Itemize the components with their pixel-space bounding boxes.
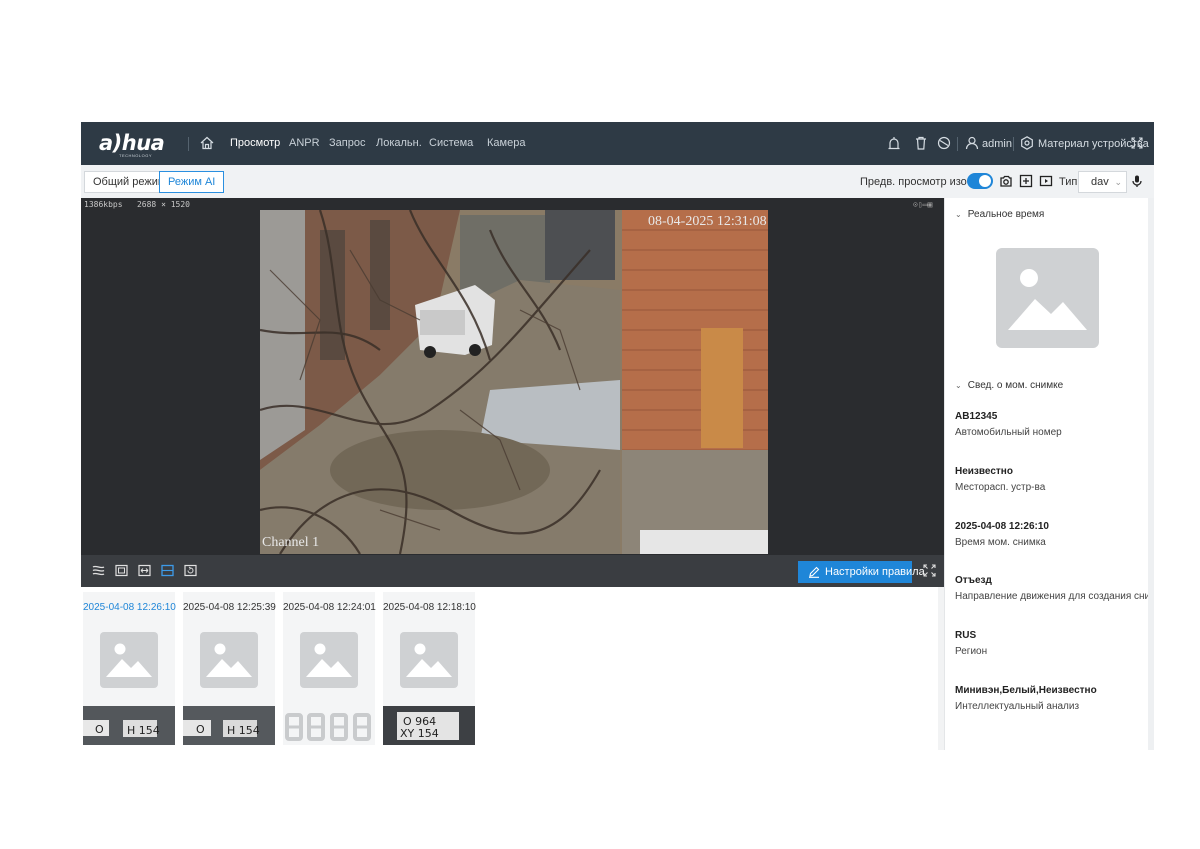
realtime-title: Реальное время [967, 209, 1045, 220]
top-nav-bar: a)hua TECHNOLOGY Просмотр ANPR Запрос Ло… [81, 122, 1154, 165]
plate-crop-image: O H 154 [183, 706, 275, 745]
svg-text:XY 154: XY 154 [400, 727, 439, 740]
plate-crop-image: O 964 XY 154 [383, 706, 475, 745]
playback-icon[interactable] [184, 564, 197, 577]
type-label: Тип [1059, 176, 1078, 188]
stream-info: 1386kbps 2688 × 1520 [84, 200, 190, 209]
layout-icon[interactable] [161, 564, 174, 577]
live-video-view[interactable]: 1386kbps 2688 × 1520 ⊙▯▭▣ 08-04-2025 12:… [81, 198, 944, 587]
video-toolbar: Настройки правила [81, 555, 944, 587]
video-fullscreen-icon[interactable] [923, 564, 936, 577]
smart-analysis-label: Интеллектуальный анализ [955, 701, 1080, 712]
direction-label: Направление движения для создания снимка [955, 591, 1154, 602]
image-placeholder-icon [300, 632, 358, 688]
stream-status-icon: ⊙▯▭▣ [913, 200, 933, 209]
divider [1013, 137, 1014, 151]
snapshot-card[interactable]: 2025-04-08 12:24:01 [283, 592, 376, 745]
user-icon[interactable] [964, 135, 980, 151]
plate-placeholder-image [283, 706, 375, 745]
resolution: 2688 × 1520 [136, 200, 190, 209]
snapshot-info-title: Свед. о мом. снимке [967, 380, 1064, 391]
home-icon[interactable] [199, 135, 215, 151]
nav-item-search[interactable]: Запрос [329, 137, 365, 149]
chevron-down-icon: ⌄ [955, 381, 962, 390]
snapshot-info-section-header[interactable]: ⌄ Свед. о мом. снимке [955, 380, 1063, 391]
device-location-value: Неизвестно [955, 466, 1013, 477]
smart-analysis-value: Минивэн,Белый,Неизвестно [955, 685, 1097, 696]
snapshot-card[interactable]: 2025-04-08 12:25:39 O H 154 [183, 592, 276, 745]
image-placeholder-icon [400, 632, 458, 688]
region-label: Регион [955, 646, 988, 657]
rule-settings-button[interactable]: Настройки правила [798, 561, 925, 583]
globe-icon[interactable] [936, 135, 952, 151]
snapshot-time: 2025-04-08 12:24:01 [283, 602, 376, 613]
image-placeholder-icon [100, 632, 158, 688]
rule-settings-label: Настройки правила [825, 566, 925, 578]
nav-item-local[interactable]: Локальн. [376, 137, 422, 149]
realtime-image-placeholder-icon [996, 248, 1099, 348]
fit-window-icon[interactable] [138, 564, 151, 577]
divider [957, 137, 958, 151]
plate-number-label: Автомобильный номер [955, 427, 1062, 438]
svg-text:O: O [95, 723, 104, 736]
snapshot-time: 2025-04-08 12:25:39 [183, 602, 276, 613]
snapshot-list: 2025-04-08 12:26:10 O H 154 2025-04-08 1… [81, 587, 938, 750]
stream-switch-icon[interactable] [92, 564, 105, 577]
record-icon[interactable] [1039, 174, 1053, 188]
snapshot-time-label: Время мом. снимка [955, 537, 1046, 548]
username[interactable]: admin [982, 138, 1012, 150]
chevron-down-icon: ⌄ [1114, 177, 1122, 187]
microphone-icon[interactable] [1130, 174, 1144, 188]
trash-icon[interactable] [913, 135, 929, 151]
camera-scene-image [260, 210, 768, 554]
nav-item-preview[interactable]: Просмотр [230, 137, 280, 149]
camera-frame: 08-04-2025 12:31:08 Channel 1 [260, 210, 768, 554]
brand-logo: a)hua [99, 131, 165, 155]
svg-text:H 154: H 154 [127, 724, 160, 737]
snapshot-card[interactable]: 2025-04-08 12:18:10 O 964 XY 154 [383, 592, 476, 745]
image-placeholder-icon [200, 632, 258, 688]
nav-item-anpr[interactable]: ANPR [289, 137, 320, 149]
bitrate: 1386kbps [84, 200, 123, 209]
settings-icon[interactable] [1019, 135, 1035, 151]
app-window: a)hua TECHNOLOGY Просмотр ANPR Запрос Ло… [81, 122, 1154, 750]
zoom-icon[interactable] [1019, 174, 1033, 188]
realtime-section-header[interactable]: ⌄ Реальное время [955, 209, 1044, 220]
panel-scrollbar[interactable] [1148, 198, 1154, 750]
snapshot-time: 2025-04-08 12:18:10 [383, 602, 476, 613]
alarm-icon[interactable] [886, 135, 902, 151]
snapshot-card[interactable]: 2025-04-08 12:26:10 O H 154 [83, 592, 176, 745]
snapshot-icon[interactable] [999, 174, 1013, 188]
image-preview-toggle[interactable] [967, 173, 993, 189]
snapshot-time: 2025-04-08 12:26:10 [83, 602, 176, 613]
region-value: RUS [955, 630, 977, 641]
osd-channel-name: Channel 1 [262, 535, 320, 550]
original-size-icon[interactable] [115, 564, 128, 577]
plate-number-value: AB12345 [955, 411, 998, 422]
nav-item-system[interactable]: Система [429, 137, 473, 149]
plate-crop-image: O H 154 [83, 706, 175, 745]
edit-icon [809, 566, 820, 578]
chevron-down-icon: ⌄ [955, 210, 962, 219]
type-select-value: dav [1091, 176, 1109, 188]
info-panel: ⌄ Реальное время ⌄ Свед. о мом. снимке A… [944, 198, 1154, 750]
svg-text:O: O [196, 723, 205, 736]
divider [188, 137, 189, 151]
ai-mode-button[interactable]: Режим AI [159, 171, 225, 193]
type-select[interactable]: dav ⌄ [1078, 171, 1127, 193]
snapshot-time-value: 2025-04-08 12:26:10 [955, 521, 1049, 532]
direction-value: Отъезд [955, 575, 992, 586]
osd-timestamp: 08-04-2025 12:31:08 [648, 214, 767, 229]
fullscreen-icon[interactable] [1129, 135, 1145, 151]
device-location-label: Месторасп. устр-ва [955, 482, 1046, 493]
mode-bar: Общий режим Режим AI Предв. просмотр изо… [81, 165, 1154, 198]
svg-text:H 154: H 154 [227, 724, 260, 737]
nav-item-camera[interactable]: Камера [487, 137, 525, 149]
brand-logo-sub: TECHNOLOGY [119, 153, 153, 158]
